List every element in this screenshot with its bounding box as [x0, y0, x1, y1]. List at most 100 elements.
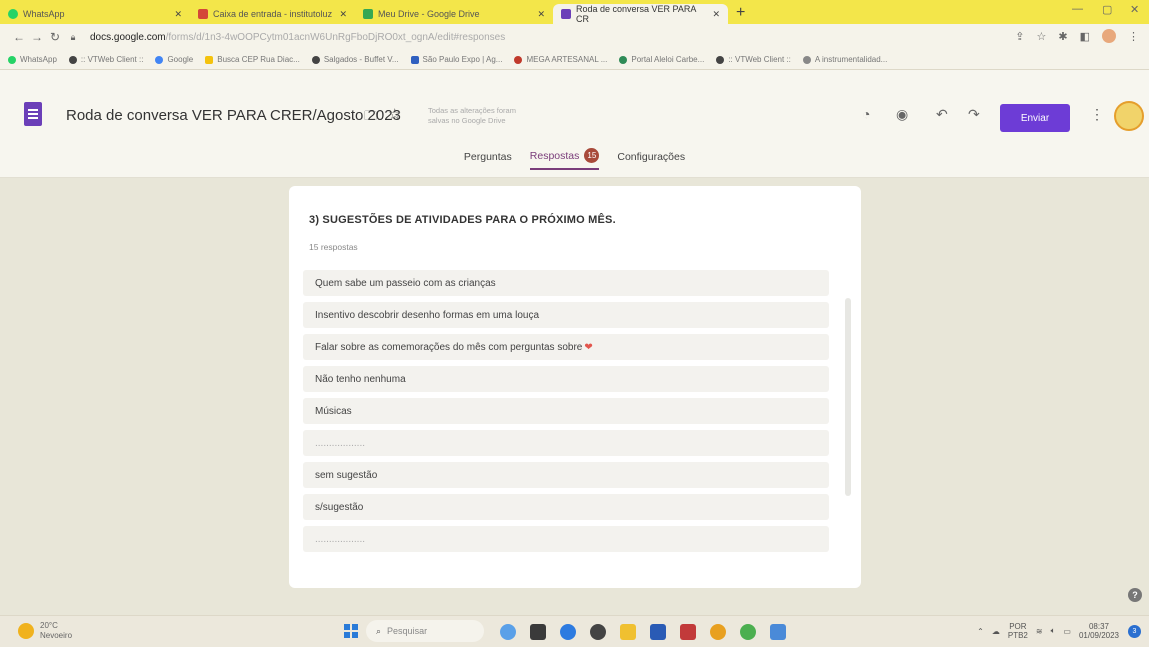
close-icon[interactable]: ✕	[168, 9, 182, 20]
weather-desc: Nevoeiro	[40, 631, 73, 640]
weather-temp: 20°C	[40, 621, 58, 630]
weather-widget[interactable]: 20°C Nevoeiro	[18, 621, 72, 641]
question-card: 3) SUGESTÕES DE ATIVIDADES PARA O PRÓXIM…	[289, 186, 861, 588]
help-icon[interactable]: ?	[1128, 588, 1142, 602]
response-item: ..................	[303, 430, 829, 456]
bookmark-item[interactable]: São Paulo Expo | Ag...	[410, 55, 502, 64]
taskbar: 20°C Nevoeiro ⌕ Pesquisar ⌃ ☁ POR PTB2 ≋ …	[0, 615, 1149, 647]
browser-tab-bar: WhatsApp ✕ Caixa de entrada - institutol…	[0, 0, 1149, 24]
bookmark-label: Salgados - Buffet V...	[323, 55, 399, 64]
tab-questions[interactable]: Perguntas	[464, 148, 512, 170]
cloud-icon[interactable]: ☁	[992, 627, 1000, 636]
chevron-up-icon[interactable]: ⌃	[977, 627, 984, 636]
url-path: /forms/d/1n3-4wOOPCytm01acnW6UnRgFboDjRO…	[165, 31, 506, 43]
minimize-icon[interactable]: —	[1072, 3, 1083, 15]
bookmark-item[interactable]: Portal Aleloi Carbe...	[619, 55, 704, 64]
response-count: 15 respostas	[309, 242, 358, 252]
account-avatar[interactable]	[1114, 101, 1144, 131]
undo-icon[interactable]: ↶	[936, 106, 948, 123]
menu-icon[interactable]: ⋮	[1128, 30, 1139, 43]
tab-label: Perguntas	[463, 150, 512, 163]
close-icon[interactable]: ✕	[706, 9, 720, 20]
response-item: ..................	[303, 526, 829, 552]
lock-icon: 🔒︎	[70, 31, 76, 42]
search-icon: ⌕	[376, 625, 382, 636]
bookmark-item[interactable]: WhatsApp	[8, 55, 57, 64]
battery-icon[interactable]: ▭	[1063, 627, 1071, 636]
wifi-icon[interactable]: ≋	[1036, 627, 1043, 636]
more-options-icon[interactable]: ⋮	[1090, 106, 1104, 123]
taskbar-app-icon[interactable]	[560, 624, 576, 640]
response-text: Não tenho nenhuma	[315, 373, 406, 385]
file-explorer-icon[interactable]	[620, 624, 636, 640]
tab-title: Meu Drive - Google Drive	[378, 9, 480, 19]
dell-icon[interactable]	[590, 624, 606, 640]
bookmark-star-icon[interactable]: ☆	[1037, 30, 1047, 43]
close-icon[interactable]: ✕	[333, 9, 347, 20]
tab-forms-active[interactable]: Roda de conversa VER PARA CR ✕	[553, 4, 728, 24]
profile-avatar[interactable]	[1102, 29, 1116, 43]
response-text: s/sugestão	[315, 501, 364, 513]
bookmark-item[interactable]: A instrumentalidad...	[802, 55, 887, 64]
response-text: ..................	[315, 533, 366, 545]
tab-google-drive[interactable]: Meu Drive - Google Drive ✕	[355, 4, 553, 24]
tab-settings[interactable]: Configurações	[617, 148, 685, 170]
response-list-scrollbar[interactable]	[845, 298, 851, 496]
extensions-icon[interactable]: ✱	[1058, 30, 1067, 43]
bookmark-item[interactable]: :: VTWeb Client ::	[716, 55, 791, 64]
response-text: Quem sabe um passeio com as crianças	[315, 277, 496, 289]
mcafee-icon[interactable]	[680, 624, 696, 640]
volume-icon[interactable]: 🔈︎	[1051, 626, 1056, 636]
bookmark-item[interactable]: :: VTWeb Client ::	[68, 55, 143, 64]
taskbar-app-icon[interactable]	[500, 624, 516, 640]
response-text: ..................	[315, 437, 366, 449]
maximize-icon[interactable]: ▢	[1102, 3, 1112, 16]
windows-start-icon[interactable]	[344, 624, 358, 638]
form-title[interactable]: Roda de conversa VER PARA CRER/Agosto 20…	[66, 107, 401, 124]
store-icon[interactable]	[650, 624, 666, 640]
bookmark-item[interactable]: Salgados - Buffet V...	[311, 55, 399, 64]
bookmark-icon	[8, 55, 16, 64]
share-icon[interactable]: ⇪	[1015, 30, 1024, 43]
chrome-icon[interactable]	[740, 624, 756, 640]
url-input[interactable]: docs.google.com/forms/d/1n3-4wOOPCytm01a…	[90, 32, 505, 43]
bookmark-item[interactable]: MEGA ARTESANAL ...	[514, 55, 607, 64]
response-text: Músicas	[315, 405, 352, 417]
forward-icon[interactable]: →	[28, 30, 46, 44]
clock-time: 08:37	[1088, 622, 1109, 631]
bookmark-item[interactable]: Google	[155, 55, 193, 64]
response-item: s/sugestão	[303, 494, 829, 520]
address-bar: ← → ↻ 🔒︎ docs.google.com/forms/d/1n3-4wO…	[0, 24, 1149, 50]
star-icon[interactable]: ☆	[388, 105, 401, 123]
taskbar-search[interactable]: ⌕ Pesquisar	[366, 620, 484, 642]
close-window-icon[interactable]: ✕	[1130, 3, 1139, 16]
palette-icon[interactable]: ◔	[862, 106, 870, 122]
tab-responses[interactable]: Respostas 15	[529, 148, 600, 170]
whatsapp-icon	[8, 9, 18, 19]
taskbar-app-icon[interactable]	[530, 624, 546, 640]
bookmark-icon	[716, 55, 725, 64]
bookmark-item[interactable]: Busca CEP Rua Diac...	[205, 55, 300, 64]
preview-eye-icon[interactable]: ◉	[896, 106, 908, 123]
redo-icon[interactable]: ↷	[968, 106, 980, 123]
taskbar-app-icon[interactable]	[770, 624, 786, 640]
forms-logo-icon[interactable]	[24, 102, 42, 126]
reload-icon[interactable]: ↻	[46, 30, 64, 44]
back-icon[interactable]: ←	[10, 30, 28, 44]
tab-whatsapp[interactable]: WhatsApp ✕	[0, 4, 190, 24]
bookmark-icon	[802, 55, 811, 64]
taskbar-app-icon[interactable]	[710, 624, 726, 640]
sidepanel-icon[interactable]: ◧	[1080, 30, 1090, 43]
bookmark-label: MEGA ARTESANAL ...	[526, 55, 608, 64]
response-text: Insentivo descobrir desenho formas em um…	[315, 309, 540, 321]
tab-gmail[interactable]: Caixa de entrada - institutoluz ✕	[190, 4, 355, 24]
send-button[interactable]: Enviar	[1000, 104, 1070, 132]
language-indicator[interactable]: POR PTB2	[1008, 622, 1028, 640]
close-icon[interactable]: ✕	[531, 9, 545, 20]
folder-icon[interactable]: 🗀︎	[364, 107, 377, 129]
tab-label: Respostas	[529, 149, 580, 162]
response-list: Quem sabe um passeio com as crianças Ins…	[303, 270, 829, 570]
new-tab-button[interactable]: +	[728, 4, 753, 24]
notification-badge[interactable]: 3	[1128, 625, 1141, 638]
clock[interactable]: 08:37 01/09/2023	[1079, 622, 1119, 640]
